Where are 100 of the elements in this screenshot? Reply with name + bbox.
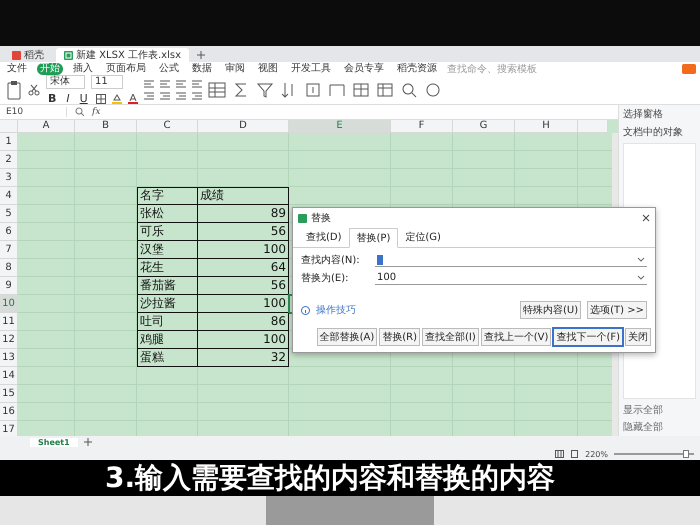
function-button[interactable]: fx	[92, 106, 100, 117]
dialog-button[interactable]: 全部替换(A)	[316, 328, 378, 346]
column-header[interactable]: F	[391, 120, 453, 133]
caret-icon[interactable]	[637, 256, 645, 263]
row-header[interactable]: 2	[0, 150, 18, 169]
document-tab[interactable]: 新建 XLSX 工作表.xlsx	[56, 48, 189, 62]
row-header[interactable]: 12	[0, 330, 18, 349]
column-header[interactable]: B	[75, 120, 137, 133]
dialog-button[interactable]: 查找上一个(V)	[480, 328, 552, 346]
row-header[interactable]: 5	[0, 204, 18, 223]
row-header[interactable]: 16	[0, 402, 18, 421]
table-cell: 蛋糕	[137, 348, 198, 367]
row-header[interactable]: 10	[0, 294, 18, 313]
row-header[interactable]: 6	[0, 222, 18, 241]
dialog-button[interactable]: 关闭	[625, 328, 651, 346]
name-box[interactable]: E10	[6, 106, 67, 117]
search-icon[interactable]	[400, 81, 418, 99]
align-icon[interactable]	[192, 92, 202, 100]
plus-icon[interactable]	[196, 51, 205, 59]
align-icon[interactable]	[160, 80, 170, 88]
menu-tab[interactable]: 页面布局	[103, 63, 149, 75]
row-header[interactable]: 13	[0, 348, 18, 367]
close-icon[interactable]	[642, 214, 650, 222]
font-size-field[interactable]: 11	[91, 75, 123, 89]
dialog-tab[interactable]: 查找(D)	[299, 228, 349, 247]
dialog-tab[interactable]: 定位(G)	[398, 228, 448, 247]
sheet-tab[interactable]: Sheet1	[30, 438, 78, 446]
table-cell: 32	[198, 348, 289, 367]
menu-tab[interactable]: 插入	[70, 63, 96, 75]
zoom-icon[interactable]	[75, 107, 84, 116]
add-sheet-icon[interactable]	[84, 438, 92, 446]
freeze-panes-icon[interactable]	[376, 81, 394, 99]
panel-button[interactable]: 隐藏全部	[623, 420, 696, 434]
caret-icon[interactable]	[637, 274, 645, 281]
row-header[interactable]: 11	[0, 312, 18, 331]
normal-view-icon[interactable]	[555, 450, 564, 458]
dialog-button[interactable]: 查找全部(I)	[422, 328, 479, 346]
menu-tab[interactable]: 会员专享	[341, 63, 387, 75]
menu-tab[interactable]: 开发工具	[288, 63, 334, 75]
column-header[interactable]: D	[198, 120, 289, 133]
row-header[interactable]: 8	[0, 258, 18, 277]
row-header[interactable]: 15	[0, 384, 18, 403]
dialog-button[interactable]: 替换(R)	[379, 328, 420, 346]
zoom-level[interactable]: 220%	[585, 450, 608, 458]
menu-tab[interactable]: 视图	[255, 63, 281, 75]
document-icon	[12, 50, 21, 60]
menu-tab[interactable]: 审阅	[222, 63, 248, 75]
table-icon[interactable]	[208, 81, 226, 99]
borders-icon[interactable]	[96, 94, 106, 104]
format-button[interactable]: B	[46, 92, 58, 105]
document-tab[interactable]: 稻壳	[4, 48, 52, 62]
format-button[interactable]: I	[64, 92, 72, 105]
option-button[interactable]: 选项(T) >>	[587, 301, 647, 319]
menu-tab[interactable]: 稻壳资源	[394, 63, 440, 75]
dialog-button[interactable]: 查找下一个(F)	[553, 328, 623, 346]
menu-tab[interactable]: 数据	[189, 63, 215, 75]
scissors-icon[interactable]	[28, 84, 40, 96]
paste-icon[interactable]	[6, 80, 22, 100]
format-button[interactable]: U	[78, 92, 90, 105]
align-icon[interactable]	[160, 92, 170, 100]
field-label: 查找内容(N):	[301, 254, 361, 267]
align-icon[interactable]	[192, 80, 202, 88]
row-header[interactable]: 3	[0, 168, 18, 187]
page-view-icon[interactable]	[570, 450, 580, 458]
font-color-icon[interactable]	[128, 94, 138, 104]
app-icon	[298, 214, 307, 222]
panel-button[interactable]: 显示全部	[623, 403, 696, 417]
table-cell: 56	[198, 222, 289, 241]
row-header[interactable]: 7	[0, 240, 18, 259]
filter-icon[interactable]	[256, 81, 274, 99]
input-field[interactable]: 100	[375, 272, 647, 284]
align-icon[interactable]	[144, 92, 154, 100]
table-cell: 56	[198, 276, 289, 295]
tips-link[interactable]: 操作技巧	[316, 303, 356, 317]
slider-thumb[interactable]	[683, 450, 689, 458]
row-header[interactable]: 9	[0, 276, 18, 295]
font-field[interactable]: 宋体	[46, 75, 85, 89]
row-header[interactable]: 17	[0, 420, 18, 436]
table-cell: 吐司	[137, 312, 198, 331]
align-icon[interactable]	[176, 80, 186, 88]
row-header[interactable]: 14	[0, 366, 18, 385]
align-icon[interactable]	[176, 92, 186, 100]
column-header[interactable]: C	[137, 120, 198, 133]
panel-title: 选择窗格	[623, 108, 664, 121]
menu-tab[interactable]: 公式	[156, 63, 182, 75]
column-header[interactable]: E	[289, 120, 391, 133]
row-header[interactable]: 4	[0, 186, 18, 205]
row-header[interactable]: 1	[0, 132, 18, 151]
table-cell: 成绩	[198, 186, 289, 205]
table-cell: 汉堡	[137, 240, 198, 259]
input-field[interactable]	[375, 254, 647, 266]
table-cell: 沙拉酱	[137, 294, 198, 313]
menu-tab[interactable]: 文件	[4, 63, 30, 75]
align-icon[interactable]	[144, 80, 154, 88]
fill-color-icon[interactable]	[112, 94, 122, 104]
column-header[interactable]: G	[453, 120, 515, 133]
column-header[interactable]: H	[515, 120, 578, 133]
option-button[interactable]: 特殊内容(U)	[520, 301, 582, 319]
dialog-tab[interactable]: 替换(P)	[348, 228, 398, 248]
column-header[interactable]: A	[18, 120, 75, 133]
